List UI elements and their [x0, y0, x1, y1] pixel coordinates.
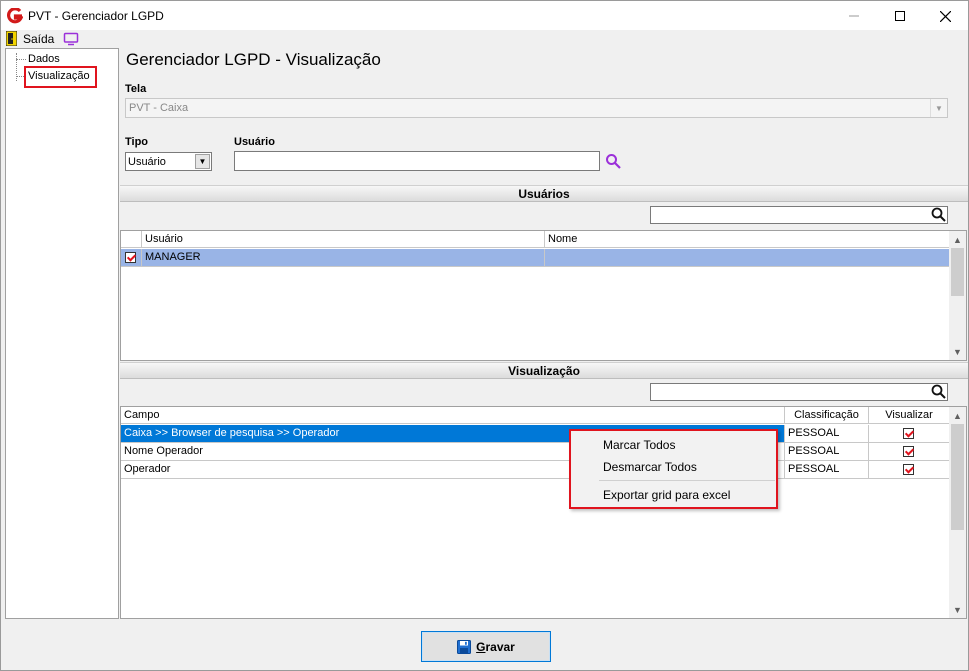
view-grid-header: Campo Classificação Visualizar	[121, 407, 950, 424]
chevron-down-icon: ▼	[930, 99, 947, 117]
visualizar-checkbox[interactable]	[903, 446, 914, 457]
menu-item-desmarcar-todos[interactable]: Desmarcar Todos	[603, 460, 697, 474]
vertical-scrollbar[interactable]: ▲ ▼	[949, 407, 966, 618]
search-icon[interactable]	[931, 207, 947, 223]
monitor-icon[interactable]	[63, 32, 79, 46]
chevron-down-icon[interactable]: ▼	[195, 154, 210, 169]
menu-separator	[599, 480, 775, 481]
tipo-select[interactable]: Usuário ▼	[125, 152, 212, 171]
tree-item-visualizacao[interactable]: Visualização	[28, 70, 90, 82]
users-grid-header: Usuário Nome	[121, 231, 950, 248]
cell-visualizar	[869, 461, 950, 478]
tela-select[interactable]: PVT - Caixa ▼	[125, 98, 948, 118]
cell-classificacao: PESSOAL	[785, 425, 869, 442]
scrollbar-thumb[interactable]	[951, 248, 964, 296]
menu-bar: Saída	[1, 30, 968, 48]
search-icon[interactable]	[605, 153, 621, 169]
tipo-label: Tipo	[125, 136, 149, 148]
minimize-icon[interactable]	[831, 1, 877, 31]
app-window: PVT - Gerenciador LGPD Saída Dados Visua…	[0, 0, 969, 671]
search-icon[interactable]	[931, 384, 947, 400]
menu-exit[interactable]: Saída	[23, 32, 54, 46]
users-search-input[interactable]	[650, 206, 948, 224]
row-checkbox[interactable]	[125, 252, 136, 263]
column-header-campo[interactable]: Campo	[121, 407, 785, 424]
usuario-input[interactable]	[234, 151, 600, 171]
column-header-visualizar[interactable]: Visualizar	[869, 407, 950, 424]
scroll-up-icon[interactable]: ▲	[949, 407, 966, 424]
view-search-input[interactable]	[650, 383, 948, 401]
save-button-label: ravar	[485, 639, 515, 654]
users-grid-check-header	[121, 231, 142, 248]
app-logo-icon	[7, 8, 23, 24]
navigation-tree: Dados Visualização	[5, 48, 119, 619]
scroll-up-icon[interactable]: ▲	[949, 231, 966, 248]
maximize-icon[interactable]	[877, 1, 923, 31]
row-checkbox-cell	[121, 249, 142, 266]
cell-nome	[545, 249, 950, 266]
tela-label: Tela	[125, 83, 147, 95]
cell-classificacao: PESSOAL	[785, 461, 869, 478]
save-button[interactable]: Gravar	[421, 631, 551, 662]
visualizar-checkbox[interactable]	[903, 464, 914, 475]
users-section-header: Usuários	[120, 185, 968, 202]
tipo-select-value: Usuário	[128, 156, 166, 168]
tela-select-value: PVT - Caixa	[129, 102, 189, 114]
menu-item-exportar-excel[interactable]: Exportar grid para excel	[603, 488, 730, 502]
tree-connector	[16, 59, 26, 60]
vertical-scrollbar[interactable]: ▲ ▼	[949, 231, 966, 360]
window-title: PVT - Gerenciador LGPD	[28, 9, 164, 23]
users-grid: Usuário Nome MANAGER ▲ ▼	[120, 230, 967, 361]
cell-classificacao: PESSOAL	[785, 443, 869, 460]
table-row[interactable]: Operador PESSOAL	[121, 461, 950, 479]
floppy-disk-icon	[457, 639, 472, 654]
column-header-classificacao[interactable]: Classificação	[785, 407, 869, 424]
table-row[interactable]: Nome Operador PESSOAL	[121, 443, 950, 461]
tree-item-dados[interactable]: Dados	[28, 53, 60, 65]
column-header-usuario[interactable]: Usuário	[142, 231, 545, 248]
column-header-nome[interactable]: Nome	[545, 231, 950, 248]
visualizar-checkbox[interactable]	[903, 428, 914, 439]
view-section-header: Visualização	[120, 362, 968, 379]
save-button-mnemonic: G	[476, 639, 486, 654]
title-bar: PVT - Gerenciador LGPD	[1, 1, 968, 31]
close-icon[interactable]	[922, 1, 968, 31]
exit-door-icon[interactable]	[6, 31, 17, 46]
cell-visualizar	[869, 425, 950, 442]
view-grid: Campo Classificação Visualizar Caixa >> …	[120, 406, 967, 619]
cell-visualizar	[869, 443, 950, 460]
scroll-down-icon[interactable]: ▼	[949, 601, 966, 618]
context-menu: Marcar Todos Desmarcar Todos Exportar gr…	[569, 429, 778, 509]
scrollbar-thumb[interactable]	[951, 424, 964, 530]
cell-usuario: MANAGER	[142, 249, 545, 266]
usuario-label: Usuário	[234, 136, 275, 148]
table-row[interactable]: Caixa >> Browser de pesquisa >> Operador…	[121, 425, 950, 443]
scroll-down-icon[interactable]: ▼	[949, 343, 966, 360]
page-title: Gerenciador LGPD - Visualização	[126, 50, 381, 69]
menu-item-marcar-todos[interactable]: Marcar Todos	[603, 438, 675, 452]
table-row[interactable]: MANAGER	[121, 249, 950, 267]
